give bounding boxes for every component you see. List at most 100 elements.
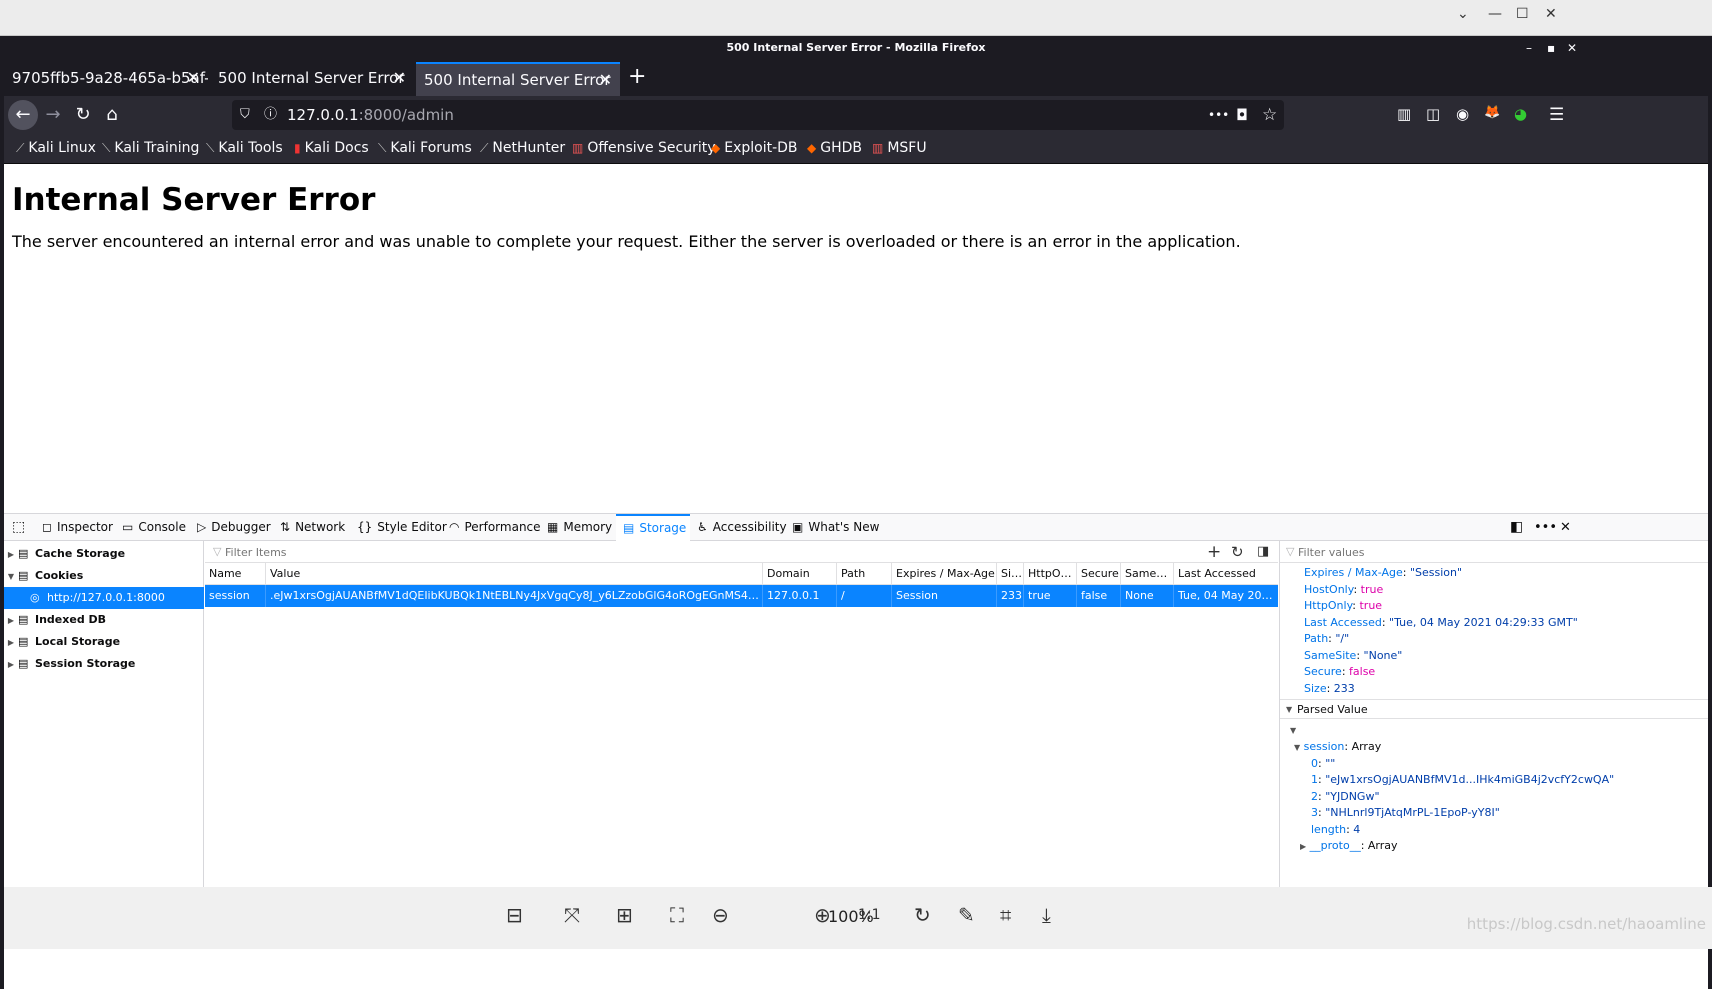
more-options-icon[interactable]: ••• <box>1534 514 1557 541</box>
detail-last-accessed[interactable]: Last Accessed: "Tue, 04 May 2021 04:29:3… <box>1304 615 1578 631</box>
close-devtools-icon[interactable]: ✕ <box>1560 514 1571 541</box>
rotate-icon[interactable]: ↻ <box>914 903 931 927</box>
bookmark-kali-linux[interactable]: ⟋ Kali Linux <box>16 140 96 156</box>
detail-path[interactable]: Path: "/" <box>1304 631 1349 647</box>
parsed-proto-node[interactable]: ▶ __proto__: Array <box>1300 838 1398 855</box>
browser-tab-active[interactable]: 500 Internal Server Error ✕ <box>416 62 620 96</box>
chevron-down-icon[interactable]: ⌄ <box>1457 6 1469 22</box>
tree-session-storage[interactable]: ▶ ▤ Session Storage <box>4 653 204 675</box>
tab-whats-new[interactable]: ▣ What's New <box>792 514 879 541</box>
close-icon[interactable]: ✕ <box>187 62 200 94</box>
parsed-item[interactable]: 0: "" <box>1311 756 1335 772</box>
maximize-icon[interactable]: ▪ <box>1547 36 1555 60</box>
expand-arrow-icon[interactable]: ▶ <box>4 610 18 632</box>
new-tab-button[interactable]: + <box>628 62 646 92</box>
tab-accessibility[interactable]: ♿ Accessibility <box>697 514 787 541</box>
bookmark-kali-tools[interactable]: ⟍ Kali Tools <box>206 140 283 156</box>
library-icon[interactable]: ▥ <box>1397 105 1411 123</box>
collapse-arrow-icon[interactable]: ▼ <box>4 566 18 588</box>
cell-last-accessed[interactable]: Tue, 04 May 2021 0... <box>1173 585 1278 607</box>
tab-console[interactable]: ▭ Console <box>122 514 186 541</box>
tree-cache-storage[interactable]: ▶ ▤ Cache Storage <box>4 543 204 565</box>
detail-httponly[interactable]: HttpOnly: true <box>1304 598 1382 614</box>
parsed-item[interactable]: 1: "eJw1xrsOgjAUANBfMV1d...IHk4miGB4j2vc… <box>1311 772 1614 788</box>
detail-secure[interactable]: Secure: false <box>1304 664 1375 680</box>
expand-arrow-icon[interactable]: ▶ <box>4 632 18 654</box>
translate-icon[interactable]: ⊞ <box>616 903 633 927</box>
filter-items-input[interactable] <box>225 544 525 560</box>
column-header[interactable]: Expires / Max-Age <box>891 563 996 585</box>
column-header[interactable]: Domain <box>762 563 836 585</box>
browser-tab[interactable]: 9705ffb5-9a28-465a-b5af- ✕ <box>4 62 208 96</box>
toggle-sidebar-icon[interactable]: ◨ <box>1257 541 1269 563</box>
tab-storage[interactable]: ▤ Storage <box>616 514 690 541</box>
account-icon[interactable]: ◉ <box>1456 105 1469 123</box>
detail-samesite[interactable]: SameSite: "None" <box>1304 648 1402 664</box>
tab-debugger[interactable]: ▷ Debugger <box>197 514 271 541</box>
back-icon[interactable]: ← <box>8 100 38 130</box>
cell-expires[interactable]: Session <box>891 585 996 607</box>
column-header[interactable]: SameSite <box>1120 563 1173 585</box>
cell-domain[interactable]: 127.0.0.1 <box>762 585 836 607</box>
close-icon[interactable]: ✕ <box>1567 36 1577 60</box>
cell-httponly[interactable]: true <box>1023 585 1076 607</box>
crop-icon[interactable]: ⌗ <box>1000 903 1011 927</box>
column-header[interactable]: Name <box>205 563 265 585</box>
bookmark-kali-training[interactable]: ⟍ Kali Training <box>102 140 199 156</box>
fullscreen-icon[interactable]: ⛶ <box>670 903 684 927</box>
cell-samesite[interactable]: None <box>1120 585 1173 607</box>
sidebar-icon[interactable]: ◫ <box>1426 105 1440 123</box>
column-header[interactable]: Value <box>265 563 762 585</box>
tab-network[interactable]: ⇅ Network <box>280 514 345 541</box>
bookmark-star-icon[interactable]: ☆ <box>1262 100 1277 130</box>
pick-element-icon[interactable]: ⬚ <box>12 514 25 541</box>
close-icon[interactable]: ✕ <box>599 64 612 96</box>
edit-icon[interactable]: ✎ <box>958 903 975 927</box>
extension-fox-icon[interactable]: 🦊 <box>1484 105 1500 120</box>
info-icon[interactable]: ⓘ <box>264 100 277 130</box>
bookmark-kali-docs[interactable]: ▮ Kali Docs <box>294 140 369 156</box>
browser-tab[interactable]: 500 Internal Server Error ✕ <box>210 62 414 96</box>
maximize-icon[interactable]: ☐ <box>1516 6 1529 22</box>
parsed-item[interactable]: 3: "NHLnrl9TjAtqMrPL-1EpoP-yY8I" <box>1311 805 1500 821</box>
menu-icon[interactable]: ☰ <box>1549 105 1564 125</box>
collapse-arrow-icon[interactable]: ▼ <box>1286 700 1292 720</box>
forward-icon[interactable]: → <box>38 100 68 130</box>
bookmark-nethunter[interactable]: ⟋ NetHunter <box>480 140 565 156</box>
expand-arrow-icon[interactable]: ▶ <box>1300 842 1306 851</box>
detail-expires[interactable]: Expires / Max-Age: "Session" <box>1304 565 1462 581</box>
filter-values-input[interactable] <box>1298 544 1598 560</box>
table-row[interactable]: session .eJw1xrsOgjAUANBfMV1dQEIibKUBQk1… <box>205 585 1278 607</box>
column-header[interactable]: Size <box>996 563 1023 585</box>
parsed-item[interactable]: length: 4 <box>1311 822 1360 838</box>
tree-local-storage[interactable]: ▶ ▤ Local Storage <box>4 631 204 653</box>
tree-cookies[interactable]: ▼ ▤ Cookies <box>4 565 204 587</box>
cell-size[interactable]: 233 <box>996 585 1023 607</box>
expand-arrow-icon[interactable]: ▶ <box>4 654 18 676</box>
parsed-session-node[interactable]: ▼ session: Array <box>1294 739 1381 756</box>
cell-path[interactable]: / <box>836 585 891 607</box>
dock-icon[interactable]: ◧ <box>1510 514 1523 541</box>
parsed-value-header[interactable]: ▼ Parsed Value <box>1280 699 1708 719</box>
actual-size-icon[interactable]: 1:1 <box>858 907 881 923</box>
detail-hostonly[interactable]: HostOnly: true <box>1304 582 1383 598</box>
zoom-out-icon[interactable]: ⊖ <box>712 903 729 927</box>
add-item-icon[interactable]: + <box>1207 541 1221 563</box>
tab-inspector[interactable]: ◻ Inspector <box>42 514 113 541</box>
refresh-icon[interactable]: ↻ <box>1231 541 1244 563</box>
cell-name[interactable]: session <box>205 585 265 607</box>
tab-memory[interactable]: ▦ Memory <box>547 514 612 541</box>
cell-secure[interactable]: false <box>1076 585 1120 607</box>
minimize-icon[interactable]: – <box>1526 36 1532 60</box>
pocket-icon[interactable]: ◘ <box>1236 100 1248 130</box>
cell-value[interactable]: .eJw1xrsOgjAUANBfMV1dQEIibKUBQk1NtEBLNy4… <box>265 585 762 607</box>
column-header[interactable]: HttpOnly <box>1023 563 1076 585</box>
column-header[interactable]: Path <box>836 563 891 585</box>
reload-icon[interactable]: ↻ <box>68 100 98 130</box>
zoom-in-icon[interactable]: ⊕ <box>814 903 831 927</box>
collapse-arrow-icon[interactable]: ▼ <box>1294 743 1300 752</box>
expand-arrow-icon[interactable]: ▶ <box>4 544 18 566</box>
close-icon[interactable]: ✕ <box>1545 6 1557 22</box>
close-icon[interactable]: ✕ <box>393 62 406 94</box>
column-header[interactable]: Last Accessed <box>1173 563 1278 585</box>
